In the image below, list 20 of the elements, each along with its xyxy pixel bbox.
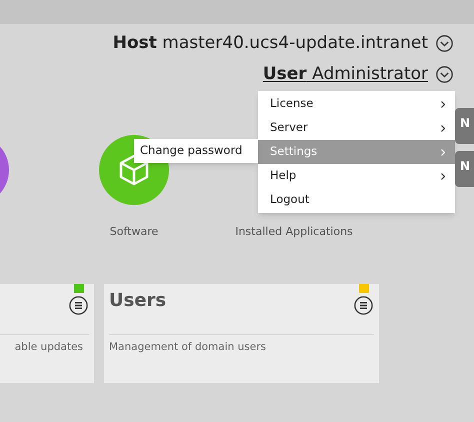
- host-menu[interactable]: Host master40.ucs4-update.intranet: [112, 31, 428, 55]
- module-card[interactable]: able updates: [0, 284, 94, 383]
- side-tab[interactable]: N: [455, 151, 474, 187]
- menu-item[interactable]: License: [258, 92, 455, 116]
- menu-icon[interactable]: [69, 296, 88, 315]
- menu-item[interactable]: Change password: [134, 139, 258, 163]
- card-description: able updates: [14, 340, 83, 355]
- chevron-down-icon: [436, 34, 453, 52]
- side-tab[interactable]: N: [455, 108, 474, 144]
- chevron-down-icon: [436, 66, 453, 82]
- app-label[interactable]: Software: [110, 225, 158, 239]
- module-card[interactable]: Users Management of domain users: [104, 284, 379, 383]
- card-description: Management of domain users: [109, 340, 266, 355]
- card-title: Users: [109, 290, 166, 312]
- menu-item[interactable]: Logout: [258, 188, 455, 212]
- menu-item[interactable]: Help: [258, 164, 455, 188]
- menu-item[interactable]: Server: [258, 116, 455, 140]
- app-label[interactable]: Installed Applications: [235, 225, 353, 239]
- menu-icon[interactable]: [354, 296, 373, 315]
- user-menu[interactable]: User Administrator: [262, 62, 428, 86]
